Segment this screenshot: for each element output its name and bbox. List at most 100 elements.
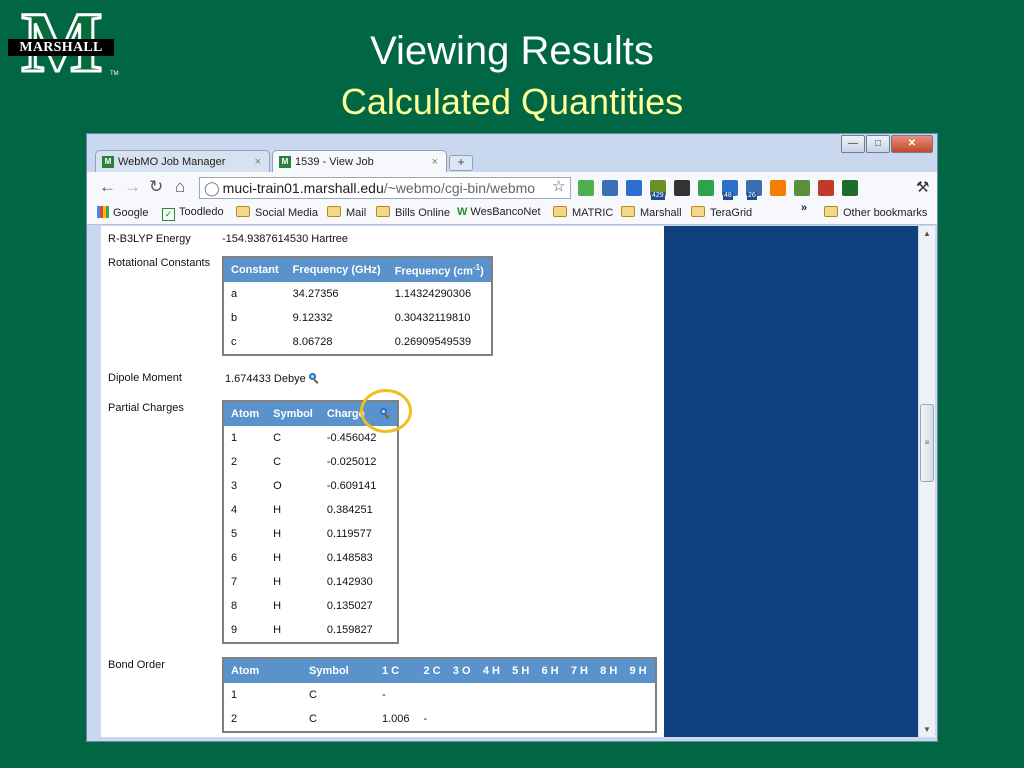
minimize-button[interactable]: — bbox=[841, 135, 865, 153]
table-cell: 0.30432119810 bbox=[394, 312, 471, 324]
table-row: a 34.27356 1.14324290306 bbox=[223, 282, 492, 306]
check-extension-icon[interactable] bbox=[578, 180, 594, 196]
column-header: 4 H bbox=[478, 658, 509, 683]
google-icon bbox=[97, 206, 109, 218]
tab-label: 1539 - View Job bbox=[295, 156, 374, 168]
table-cell: 8.06728 bbox=[292, 336, 333, 348]
magnifier-icon[interactable] bbox=[308, 373, 319, 383]
table-row: 9 H 0.159827 bbox=[223, 618, 398, 643]
bookmark-label: Google bbox=[113, 207, 149, 219]
address-bar[interactable]: ◯ muci-train01.marshall.edu/~webmo/cgi-bi… bbox=[199, 177, 571, 199]
plus-extension-icon[interactable] bbox=[842, 180, 858, 196]
vertical-scrollbar[interactable]: ▲ ≡ ▼ bbox=[918, 226, 935, 737]
table-cell bbox=[508, 707, 537, 732]
table-cell: 5 bbox=[231, 528, 238, 540]
table-cell: 0.148583 bbox=[326, 552, 373, 564]
blogger-extension-icon[interactable] bbox=[770, 180, 786, 196]
dipole-moment-value: 1.674433 Debye bbox=[225, 373, 306, 385]
bookmark-teragrid[interactable]: TeraGrid bbox=[691, 206, 752, 219]
scrollbar-thumb[interactable]: ≡ bbox=[920, 404, 934, 482]
table-cell: 3 bbox=[231, 480, 238, 492]
rss-extension-icon[interactable] bbox=[674, 180, 690, 196]
table-cell: 1.006 bbox=[382, 713, 410, 725]
chat-extension-icon[interactable]: 48 bbox=[722, 180, 738, 200]
wrench-menu-icon[interactable]: ⚒ bbox=[916, 178, 929, 196]
energy-value: -154.9387614530 Hartree bbox=[222, 233, 348, 245]
tab-view-job[interactable]: M 1539 - View Job × bbox=[272, 150, 447, 172]
scroll-down-arrow-icon[interactable]: ▼ bbox=[919, 725, 935, 734]
table-cell: H bbox=[273, 600, 282, 612]
x-extension-icon[interactable] bbox=[626, 180, 642, 196]
window-controls: — □ ✕ bbox=[840, 135, 933, 153]
table-row: b 9.12332 0.30432119810 bbox=[223, 306, 492, 330]
folder-icon bbox=[621, 206, 635, 217]
sync-extension-icon[interactable] bbox=[698, 180, 714, 196]
table-cell: H bbox=[273, 552, 282, 564]
bond-order-label: Bond Order bbox=[108, 659, 165, 671]
bookmark-toodledo[interactable]: ✓ Toodledo bbox=[162, 206, 224, 221]
adobe-extension-icon[interactable] bbox=[818, 180, 834, 196]
column-header: 1 C bbox=[378, 658, 420, 683]
table-cell bbox=[596, 683, 625, 707]
maximize-button[interactable]: □ bbox=[866, 135, 890, 153]
bookmark-label: Social Media bbox=[255, 207, 318, 219]
url-path: /~webmo/cgi-bin/webmo bbox=[383, 180, 536, 196]
back-arrow-icon[interactable]: ← bbox=[99, 177, 116, 197]
header-superscript: -1 bbox=[472, 262, 481, 272]
magnifier-highlight-circle bbox=[360, 389, 412, 433]
table-cell: 1.14324290306 bbox=[394, 288, 472, 300]
column-header: 5 H bbox=[508, 658, 538, 683]
bookmark-bills-online[interactable]: Bills Online bbox=[376, 206, 450, 219]
new-tab-button[interactable]: + bbox=[449, 155, 473, 171]
table-cell: 1 bbox=[231, 432, 238, 444]
bookmark-marshall[interactable]: Marshall bbox=[621, 206, 682, 219]
column-header: Frequency (cm-1) bbox=[387, 257, 492, 282]
other-bookmarks[interactable]: Other bookmarks bbox=[824, 206, 927, 219]
bookmark-social-media[interactable]: Social Media bbox=[236, 206, 318, 219]
browser-toolbar: ← → ↻ ⌂ ◯ muci-train01.marshall.edu/~webm… bbox=[87, 172, 937, 202]
bookmarks-overflow-button[interactable]: » bbox=[801, 202, 807, 214]
bookmark-wesbanconet[interactable]: W WesBancoNet bbox=[457, 206, 541, 218]
table-cell: 34.27356 bbox=[292, 288, 339, 300]
tab-label: WebMO Job Manager bbox=[118, 156, 226, 168]
table-cell: O bbox=[273, 480, 282, 492]
folder-icon bbox=[236, 206, 250, 217]
table-cell: 6 bbox=[231, 552, 238, 564]
table-cell bbox=[567, 683, 596, 707]
close-tab-icon[interactable]: × bbox=[255, 151, 261, 173]
home-icon[interactable]: ⌂ bbox=[175, 177, 185, 197]
bookmark-label: TeraGrid bbox=[710, 207, 753, 219]
table-cell: 0.384251 bbox=[326, 504, 373, 516]
tab-webmo-job-manager[interactable]: M WebMO Job Manager × bbox=[95, 150, 270, 172]
table-cell: -0.609141 bbox=[326, 480, 377, 492]
bookmark-label: Mail bbox=[346, 207, 367, 219]
close-window-button[interactable]: ✕ bbox=[891, 135, 933, 153]
table-cell: 2 bbox=[231, 713, 238, 725]
table-cell bbox=[537, 683, 566, 707]
header-text: Frequency (cm bbox=[394, 265, 473, 278]
reload-icon[interactable]: ↻ bbox=[149, 177, 163, 197]
scroll-up-arrow-icon[interactable]: ▲ bbox=[919, 229, 935, 238]
bookmark-google[interactable]: Google bbox=[97, 206, 148, 219]
dipole-moment-label: Dipole Moment bbox=[108, 372, 182, 384]
forward-arrow-icon[interactable]: → bbox=[124, 177, 141, 197]
rotational-constants-table: Constant Frequency (GHz) Frequency (cm-1… bbox=[222, 256, 493, 356]
table-cell bbox=[449, 707, 479, 732]
table-row: 5 H 0.119577 bbox=[223, 522, 398, 546]
bookmark-mail[interactable]: Mail bbox=[327, 206, 366, 219]
table-cell: - bbox=[423, 713, 428, 725]
calendar-extension-icon[interactable]: 26 bbox=[746, 180, 762, 200]
bond-order-table: Atom Symbol 1 C2 C3 O4 H5 H6 H7 H8 H9 H 1C… bbox=[222, 657, 657, 733]
bookmark-matric[interactable]: MATRIC bbox=[553, 206, 613, 219]
translate-extension-icon[interactable] bbox=[602, 180, 618, 196]
table-row: 2 C -0.025012 bbox=[223, 450, 398, 474]
webmo-favicon-icon: M bbox=[279, 156, 291, 168]
close-tab-icon[interactable]: × bbox=[432, 151, 438, 173]
evernote-extension-icon[interactable] bbox=[794, 180, 810, 196]
wesbanco-icon: W bbox=[457, 206, 468, 218]
bookmark-label: Other bookmarks bbox=[843, 207, 928, 219]
table-cell bbox=[625, 707, 656, 732]
bookmark-star-icon[interactable]: ☆ bbox=[552, 177, 565, 195]
mail-extension-icon[interactable]: 429 bbox=[650, 180, 666, 200]
table-cell: H bbox=[273, 576, 282, 588]
